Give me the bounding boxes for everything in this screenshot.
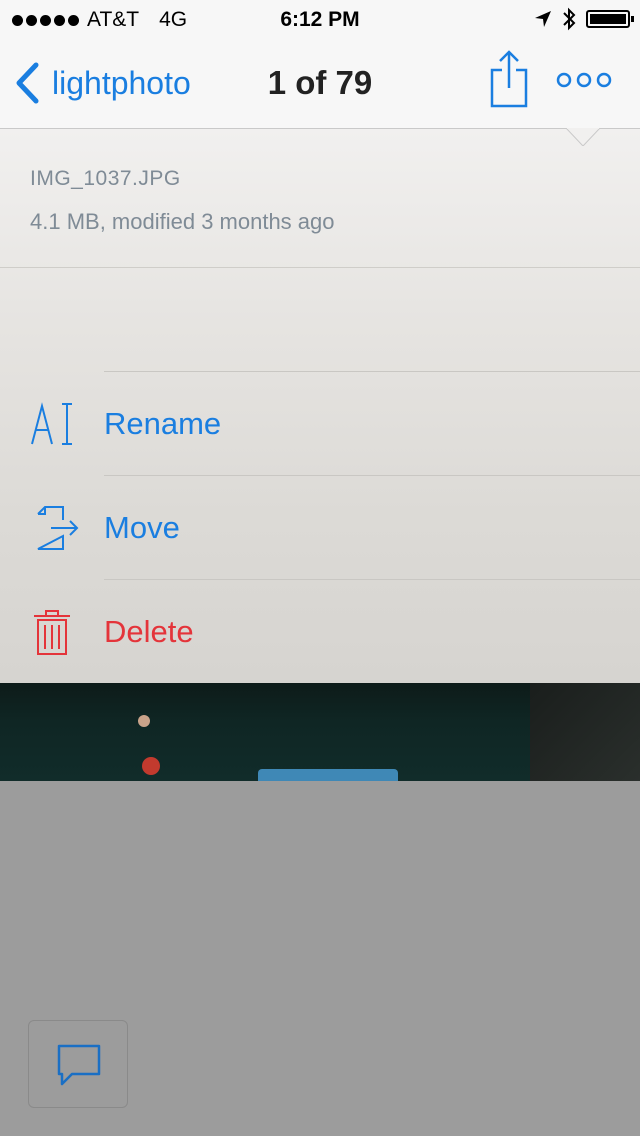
move-button[interactable]: Move: [0, 476, 640, 579]
photo-swimmer: [138, 715, 150, 727]
share-icon[interactable]: [488, 48, 530, 108]
photo-swimmer: [142, 757, 160, 775]
photo-rock: [530, 683, 640, 781]
popover-arrow: [566, 128, 600, 146]
move-icon: [37, 506, 79, 550]
chevron-left-icon: [16, 62, 39, 104]
status-bar: AT&T 4G 6:12 PM: [0, 0, 640, 40]
nav-bar: lightphoto 1 of 79: [0, 40, 640, 129]
rename-label: Rename: [104, 406, 222, 441]
comment-button[interactable]: [28, 1020, 128, 1108]
delete-button[interactable]: Delete: [0, 580, 640, 683]
location-arrow-icon: [535, 11, 551, 27]
divider: [0, 267, 640, 268]
rename-icon: [31, 402, 72, 445]
delete-label: Delete: [104, 614, 194, 649]
file-name: IMG_1037.JPG: [30, 167, 181, 190]
back-button[interactable]: lightphoto: [14, 62, 191, 104]
back-label: lightphoto: [52, 64, 191, 101]
file-actions-popover: IMG_1037.JPG 4.1 MB, modified 3 months a…: [0, 129, 640, 683]
photo-preview[interactable]: [0, 683, 640, 781]
battery-icon: [586, 10, 634, 28]
comment-icon: [57, 1044, 101, 1086]
rename-button[interactable]: Rename: [0, 372, 640, 475]
bluetooth-icon: [563, 7, 576, 31]
move-label: Move: [104, 510, 180, 545]
photo-boat: [258, 769, 398, 781]
status-right: [534, 7, 634, 31]
file-meta: 4.1 MB, modified 3 months ago: [30, 209, 335, 234]
more-icon[interactable]: [556, 68, 612, 92]
trash-icon: [34, 610, 70, 655]
